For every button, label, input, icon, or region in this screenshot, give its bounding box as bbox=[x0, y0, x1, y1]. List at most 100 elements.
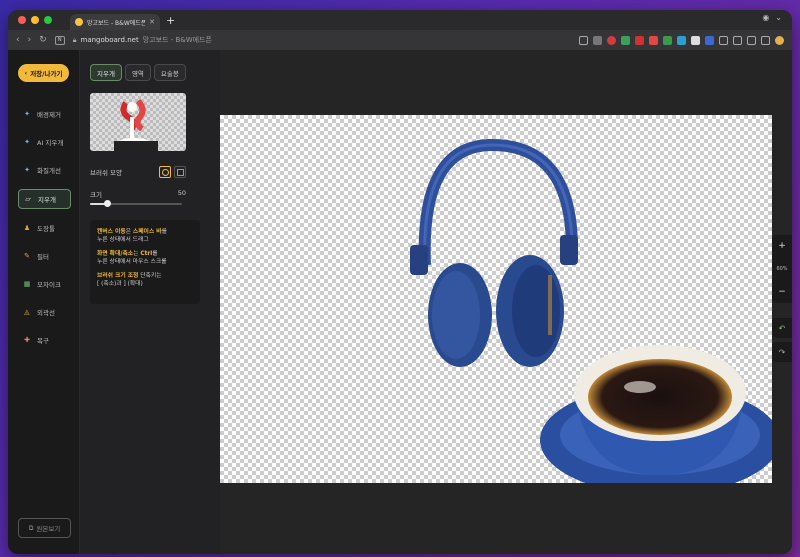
compare-icon: ⧉ bbox=[28, 523, 34, 532]
view-original-button[interactable]: ⧉ 원본보기 bbox=[18, 518, 71, 538]
extension-translate-icon[interactable] bbox=[705, 35, 714, 45]
new-tab-button[interactable]: + bbox=[166, 14, 175, 27]
square-icon bbox=[176, 168, 184, 176]
help-text: 를 bbox=[152, 251, 158, 257]
help-item: 브러쉬 크기 조정 단축키는 [ (축소)과 ] (확대) bbox=[97, 272, 193, 288]
extensions-menu-icon[interactable] bbox=[733, 35, 742, 45]
help-item: 캔버스 이동은 스페이스 바를 누른 상태에서 드래그 bbox=[97, 228, 193, 244]
tab-magic-wand[interactable]: 요술봉 bbox=[153, 64, 186, 81]
ai-eraser-icon: ✦ bbox=[24, 138, 30, 146]
brush-shape-options bbox=[159, 166, 186, 178]
preview-drawing bbox=[114, 98, 158, 151]
extension-pdf-icon[interactable] bbox=[649, 35, 658, 45]
chevron-down-icon[interactable]: ⌄ bbox=[775, 13, 782, 22]
maximize-window-button[interactable] bbox=[44, 16, 52, 24]
tool-label: 필터 bbox=[37, 253, 49, 261]
tool-restore[interactable]: ✚ 복구 bbox=[18, 330, 71, 350]
tool-eraser[interactable]: ▱ 지우개 bbox=[18, 189, 71, 209]
size-slider-handle[interactable] bbox=[103, 200, 111, 207]
extension-white-icon[interactable] bbox=[691, 35, 700, 45]
zoom-controls: + 60% − bbox=[772, 235, 792, 303]
outline-icon: ◬ bbox=[24, 308, 30, 316]
extension-puzzle-icon[interactable] bbox=[593, 35, 602, 45]
tool-upscale[interactable]: ✦ 화질개선 bbox=[18, 160, 71, 180]
reload-icon[interactable]: ↻ bbox=[39, 35, 47, 45]
tool-stamp[interactable]: ♟ 도장툴 bbox=[18, 218, 71, 238]
tool-label: AI 지우개 bbox=[37, 139, 64, 147]
preview-thumbnail bbox=[90, 93, 186, 151]
filter-icon: ✎ bbox=[24, 252, 30, 260]
ai-bg-remove-icon: ✦ bbox=[24, 110, 30, 118]
save-exit-button[interactable]: ‹ 저장/나가기 bbox=[18, 64, 69, 82]
download-icon[interactable] bbox=[719, 35, 728, 45]
help-text: 누른 상태에서 마우스 스크롤 bbox=[97, 259, 167, 265]
save-exit-label: 저장/나가기 bbox=[30, 70, 63, 78]
tab-title: 망고보드 - B&W에드픈 bbox=[87, 19, 146, 27]
tabbar-right-controls: ◉ ⌄ bbox=[762, 13, 782, 22]
extension-icons bbox=[579, 35, 784, 45]
undo-button[interactable]: ↶ bbox=[772, 318, 792, 338]
minimize-window-button[interactable] bbox=[31, 16, 39, 24]
tool-outline[interactable]: ◬ 외곽선 bbox=[18, 302, 71, 322]
forward-arrow-icon[interactable]: › bbox=[28, 35, 32, 45]
zoom-in-button[interactable]: + bbox=[778, 241, 786, 251]
profile-icon[interactable]: ◉ bbox=[762, 13, 769, 22]
camera-icon[interactable] bbox=[747, 35, 756, 45]
tool-bg-remove[interactable]: ✦ 배경제거 bbox=[18, 104, 71, 124]
mango-favicon-icon bbox=[75, 18, 83, 26]
back-arrow-icon[interactable]: ‹ bbox=[16, 35, 20, 45]
tab-bar: 망고보드 - B&W에드픈 ✕ + ◉ ⌄ bbox=[8, 10, 792, 30]
reader-badge-icon[interactable]: N bbox=[54, 35, 65, 45]
headphones-image bbox=[410, 138, 578, 367]
extension-sheet-icon[interactable] bbox=[663, 35, 672, 45]
help-text: 누른 상태에서 드래그 bbox=[97, 237, 149, 243]
zoom-level: 60% bbox=[776, 266, 788, 272]
help-strong: 캔버스 이동 bbox=[97, 229, 126, 235]
stamp-icon: ♟ bbox=[23, 224, 31, 232]
eraser-icon: ▱ bbox=[25, 195, 31, 203]
brush-circle-option[interactable] bbox=[159, 166, 171, 178]
mosaic-icon: ▦ bbox=[23, 280, 31, 288]
tool-mosaic[interactable]: ▦ 모자이크 bbox=[18, 274, 71, 294]
tool-label: 외곽선 bbox=[37, 309, 55, 317]
redo-button[interactable]: ↷ bbox=[772, 342, 792, 362]
tool-label: 배경제거 bbox=[37, 111, 61, 119]
url-host: mangoboard.net bbox=[80, 36, 139, 44]
share-icon[interactable] bbox=[579, 35, 588, 45]
tool-label: 복구 bbox=[37, 337, 49, 345]
tool-label: 화질개선 bbox=[37, 167, 61, 175]
browser-tab[interactable]: 망고보드 - B&W에드픈 ✕ bbox=[70, 14, 160, 30]
help-item: 화면 확대/축소는 Ctrl를 누른 상태에서 마우스 스크롤 bbox=[97, 250, 193, 266]
tool-label: 모자이크 bbox=[37, 281, 61, 289]
tab-area[interactable]: 영역 bbox=[124, 64, 151, 81]
tool-label: 지우개 bbox=[38, 196, 56, 204]
help-box: 캔버스 이동은 스페이스 바를 누른 상태에서 드래그 화면 확대/축소는 Ct… bbox=[90, 220, 200, 304]
help-text: 단축키는 bbox=[138, 273, 162, 279]
tab-close-icon[interactable]: ✕ bbox=[149, 18, 155, 26]
extension-adblock-icon[interactable] bbox=[635, 35, 644, 45]
extension-blue-icon[interactable] bbox=[677, 35, 686, 45]
brush-square-option[interactable] bbox=[174, 166, 186, 178]
circle-icon bbox=[161, 168, 169, 176]
extension-shield-icon[interactable] bbox=[621, 35, 630, 45]
tool-ai-eraser[interactable]: ✦ AI 지우개 bbox=[18, 132, 71, 152]
close-window-button[interactable] bbox=[18, 16, 26, 24]
restore-icon: ✚ bbox=[24, 336, 30, 344]
extension-red-icon[interactable] bbox=[607, 35, 616, 45]
image-canvas[interactable] bbox=[220, 115, 780, 495]
zoom-out-button[interactable]: − bbox=[778, 287, 786, 297]
sidebar-toggle-icon[interactable] bbox=[761, 35, 770, 45]
canvas-workspace: + 60% − ↶ ↷ bbox=[220, 50, 792, 554]
tab-eraser[interactable]: 지우개 bbox=[90, 64, 122, 81]
tool-label: 도장툴 bbox=[37, 225, 55, 233]
size-label: 크기 bbox=[90, 191, 102, 199]
size-slider[interactable] bbox=[90, 200, 182, 207]
url-field[interactable]: 🔒︎ mangoboard.net 망고보드 - B&W에드픈 bbox=[73, 35, 571, 45]
size-value: 50 bbox=[177, 189, 186, 197]
address-bar: ‹ › ↻ N 🔒︎ mangoboard.net 망고보드 - B&W에드픈 bbox=[8, 30, 792, 50]
window-controls bbox=[18, 16, 52, 24]
coffee-cup-image bbox=[540, 345, 780, 495]
user-avatar[interactable] bbox=[775, 35, 784, 45]
eraser-mode-tabs: 지우개 영역 요술봉 bbox=[90, 64, 186, 81]
tool-filter[interactable]: ✎ 필터 bbox=[18, 246, 71, 266]
